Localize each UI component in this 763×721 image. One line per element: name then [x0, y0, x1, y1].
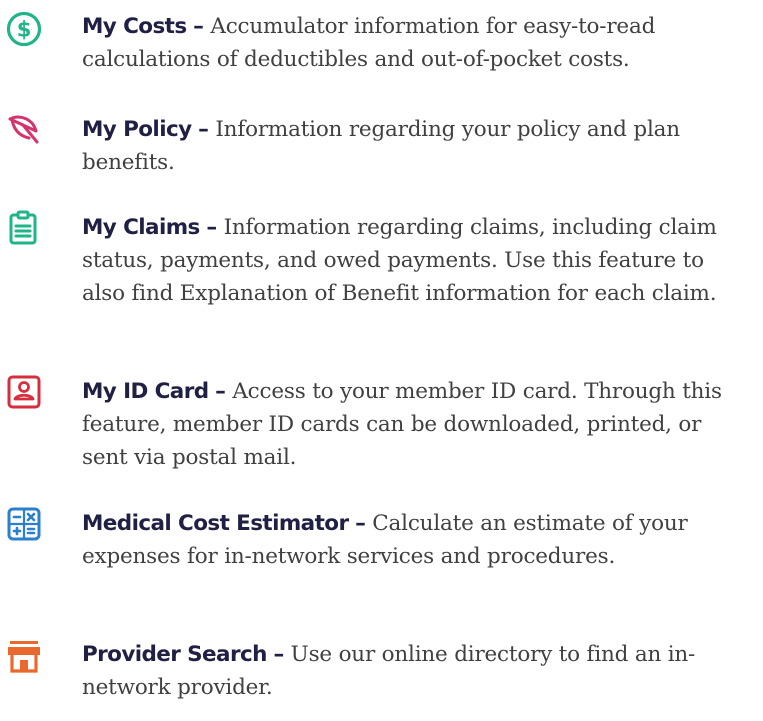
- clipboard-icon: [6, 210, 42, 246]
- feature-my-policy-text: My Policy – Information regarding your p…: [82, 113, 752, 179]
- feature-title: My Policy: [82, 117, 192, 142]
- feature-dash: –: [215, 379, 226, 404]
- feature-medical-cost-estimator-text: Medical Cost Estimator – Calculate an es…: [82, 507, 752, 573]
- id-card-icon: [6, 374, 42, 410]
- umbrella-icon: [6, 111, 42, 147]
- feature-provider-search-text: Provider Search – Use our online directo…: [82, 638, 752, 704]
- calculator-icon: [6, 506, 42, 542]
- feature-dash: –: [273, 642, 285, 667]
- feature-dash: –: [206, 215, 217, 240]
- svg-text:$: $: [17, 18, 32, 42]
- feature-title: My Costs: [82, 14, 187, 39]
- feature-list: $ My Costs – Accumulator information for…: [0, 0, 763, 721]
- feature-title: My Claims: [82, 215, 200, 240]
- dollar-circle-icon: $: [6, 11, 42, 47]
- feature-title: Provider Search: [82, 642, 267, 667]
- feature-dash: –: [198, 117, 209, 142]
- feature-title: Medical Cost Estimator: [82, 511, 349, 536]
- feature-title: My ID Card: [82, 379, 209, 404]
- feature-my-id-card-text: My ID Card – Access to your member ID ca…: [82, 375, 752, 474]
- feature-dash: –: [355, 511, 366, 536]
- feature-dash: –: [193, 14, 204, 39]
- storefront-icon: [6, 638, 42, 674]
- feature-my-costs-text: My Costs – Accumulator information for e…: [82, 10, 752, 76]
- feature-my-claims-text: My Claims – Information regarding claims…: [82, 211, 752, 310]
